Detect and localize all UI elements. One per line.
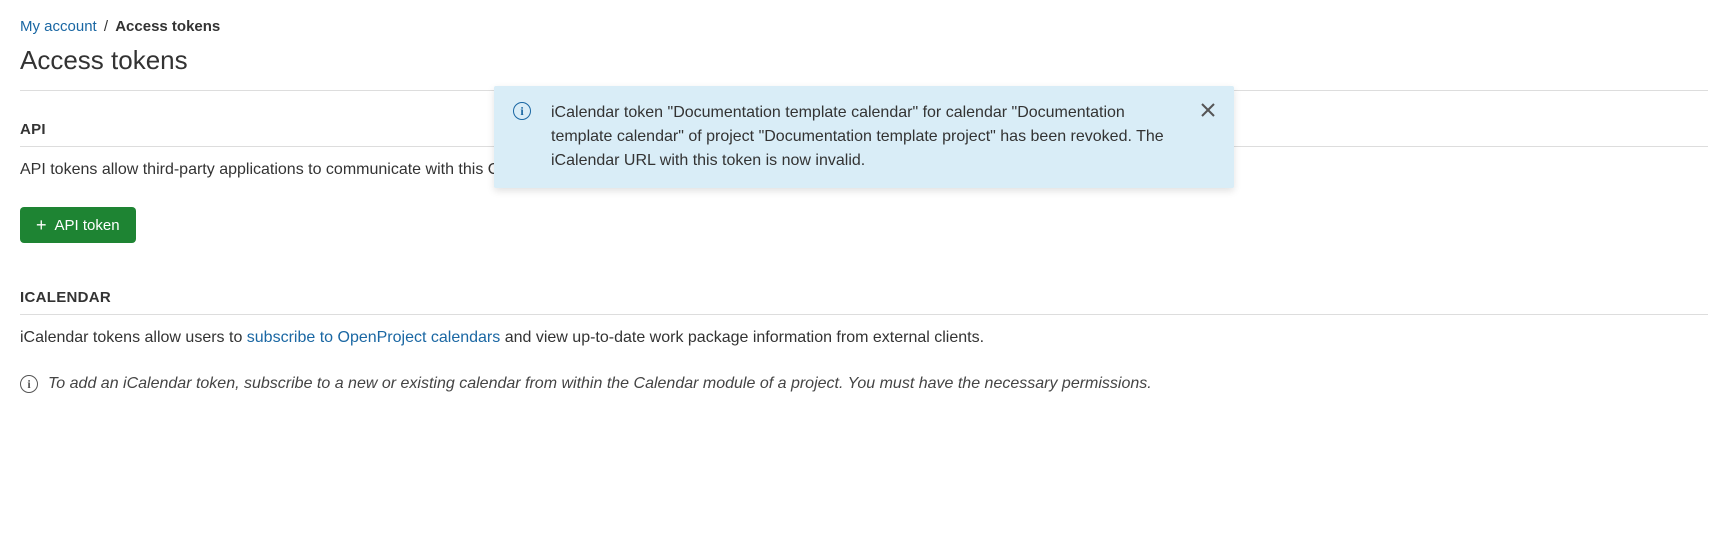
info-icon: i [20, 375, 38, 393]
section-icalendar-heading: ICALENDAR [20, 289, 1708, 306]
icalendar-desc-suffix: and view up-to-date work package informa… [500, 329, 984, 346]
notification-toast: i iCalendar token "Documentation templat… [494, 86, 1234, 188]
icalendar-hint: i To add an iCalendar token, subscribe t… [20, 375, 1708, 393]
breadcrumb-separator: / [104, 18, 108, 35]
section-icalendar-description: iCalendar tokens allow users to subscrib… [20, 329, 1708, 347]
section-icalendar-divider [20, 314, 1708, 315]
notification-message: iCalendar token "Documentation template … [551, 104, 1164, 169]
icalendar-desc-prefix: iCalendar tokens allow users to [20, 329, 247, 346]
add-api-token-label: API token [55, 217, 120, 234]
subscribe-calendars-link[interactable]: subscribe to OpenProject calendars [247, 329, 500, 346]
breadcrumb-parent-link[interactable]: My account [20, 18, 97, 35]
breadcrumb: My account / Access tokens [20, 18, 1708, 35]
plus-icon: + [36, 216, 47, 234]
icalendar-hint-text: To add an iCalendar token, subscribe to … [48, 375, 1152, 393]
breadcrumb-current: Access tokens [115, 18, 220, 35]
page-title: Access tokens [20, 45, 1708, 76]
info-icon: i [513, 102, 531, 120]
close-toast-button[interactable] [1197, 99, 1219, 121]
section-icalendar: ICALENDAR iCalendar tokens allow users t… [20, 289, 1708, 393]
add-api-token-button[interactable]: + API token [20, 207, 136, 243]
close-icon [1201, 103, 1215, 117]
